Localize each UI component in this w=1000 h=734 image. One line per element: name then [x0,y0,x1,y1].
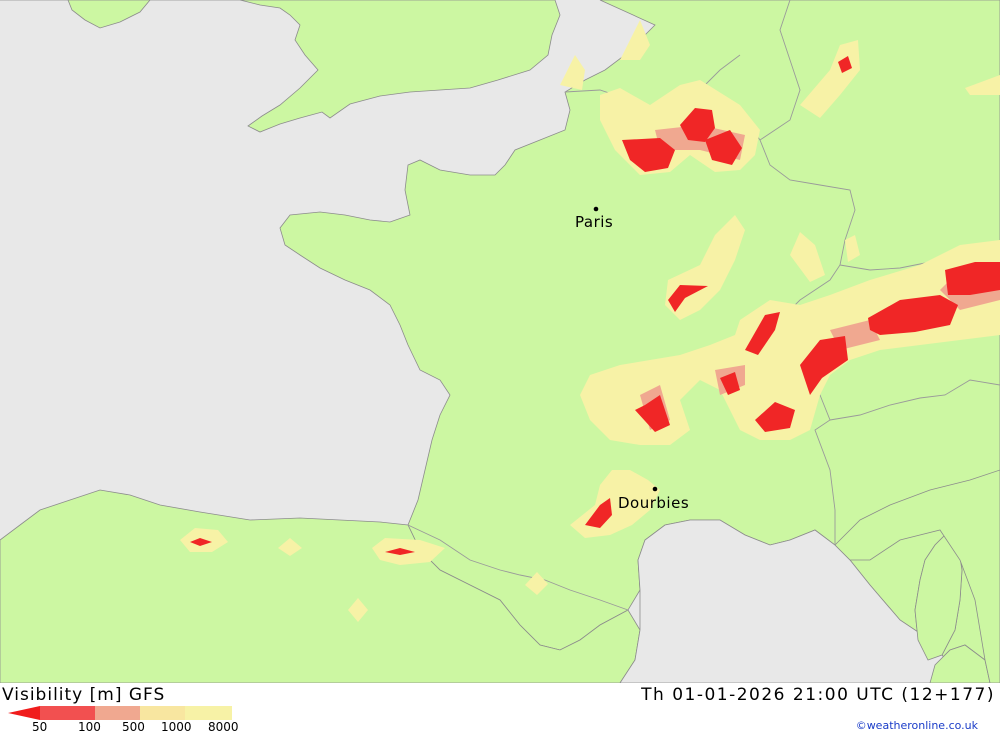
legend-swatch-8000 [185,706,232,720]
legend-swatch-500 [95,706,140,720]
city-marker-dourbies [652,486,658,492]
map-title: Visibility [m] GFS [2,685,166,705]
city-marker-paris [593,206,599,212]
legend-tick-100: 100 [78,720,101,734]
city-label-dourbies: Dourbies [618,494,689,512]
legend-tick-500: 500 [122,720,145,734]
legend-tick-50: 50 [32,720,48,734]
footer: Visibility [m] GFS Th 01-01-2026 21:00 U… [0,683,1000,734]
visibility-map: Paris Dourbies [0,0,1000,683]
valid-time: Th 01-01-2026 21:00 UTC (12+177) [641,685,995,705]
legend-color-bar [8,706,232,720]
legend-swatch-50 [8,706,40,720]
legend-tick-1000: 1000 [161,720,192,734]
legend-tick-8000: 8000 [208,720,239,734]
legend-ticks: 50 100 500 1000 8000 [0,720,260,734]
legend-swatch-100 [40,706,95,720]
legend-swatch-1000 [140,706,185,720]
credit-link[interactable]: ©weatheronline.co.uk [856,719,978,732]
city-label-paris: Paris [575,213,613,231]
